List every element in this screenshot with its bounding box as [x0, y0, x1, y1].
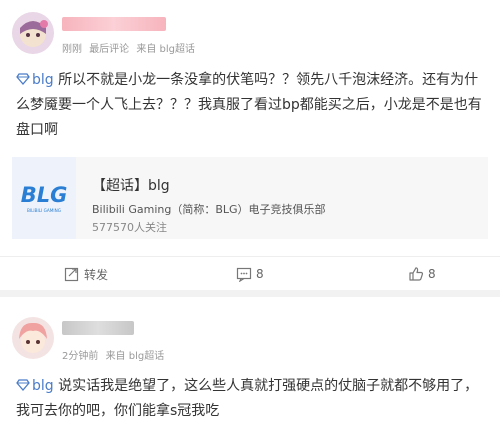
- post-body: blg 所以不就是小龙一条没拿的伏笔吗？？领先八千泡沫经济。还有为什么梦魇要一个…: [16, 68, 484, 143]
- topic-diamond-icon: [16, 73, 30, 85]
- post-body: blg 说实话我是绝望了，这么些人真就打强硬点的仗脑子就都不够用了，我可去你的吧…: [16, 374, 484, 424]
- comment-icon: [236, 267, 252, 282]
- topic-diamond-icon: [16, 379, 30, 391]
- svg-text:BILIBILI GAMING: BILIBILI GAMING: [27, 208, 61, 213]
- supertopic-followers: 577570人关注: [92, 221, 167, 234]
- action-bar: 转发 8 8: [0, 256, 500, 291]
- username-redacted[interactable]: [62, 17, 166, 31]
- post-text: 所以不就是小龙一条没拿的伏笔吗？？领先八千泡沫经济。还有为什么梦魇要一个人飞上去…: [16, 72, 482, 138]
- comment-count: 8: [256, 267, 264, 281]
- repost-icon: [64, 267, 79, 282]
- post-time: 2分钟前: [62, 351, 99, 362]
- avatar[interactable]: [12, 317, 54, 359]
- post-meta: 2分钟前 来自 blg超话: [62, 347, 168, 362]
- post-meta: 刚刚 最后评论 来自 blg超话: [62, 40, 199, 55]
- post-card-1: 刚刚 最后评论 来自 blg超话 blg 所以不就是小龙一条没拿的伏笔吗？？领先…: [0, 0, 500, 290]
- username-redacted[interactable]: [62, 321, 134, 335]
- post-time: 刚刚: [62, 44, 82, 55]
- repost-label: 转发: [84, 267, 109, 282]
- like-icon: [409, 267, 424, 281]
- svg-text:BLG: BLG: [21, 183, 68, 207]
- topic-label: blg: [32, 378, 54, 394]
- like-count: 8: [428, 267, 436, 281]
- post-source[interactable]: 来自 blg超话: [106, 351, 165, 362]
- topic-label: blg: [32, 72, 54, 88]
- like-button[interactable]: 8: [408, 257, 436, 291]
- repost-button[interactable]: 转发: [64, 257, 108, 291]
- supertopic-title: 【超话】blg: [92, 178, 170, 194]
- avatar[interactable]: [12, 12, 54, 54]
- comment-button[interactable]: 8: [236, 257, 264, 291]
- topic-link[interactable]: blg: [16, 378, 54, 394]
- post-meta-label: 最后评论: [89, 44, 130, 55]
- post-text: 说实话我是绝望了，这么些人真就打强硬点的仗脑子就都不够用了，我可去你的吧，你们能…: [16, 378, 479, 419]
- post-card-2: 2分钟前 来自 blg超话 blg 说实话我是绝望了，这么些人真就打强硬点的仗脑…: [0, 297, 500, 440]
- post-source[interactable]: 来自 blg超话: [136, 44, 195, 55]
- blg-logo: BLG BILIBILI GAMING: [12, 157, 76, 239]
- topic-link[interactable]: blg: [16, 72, 54, 88]
- supertopic-card[interactable]: BLG BILIBILI GAMING 【超话】blg Bilibili Gam…: [12, 157, 488, 239]
- supertopic-description: Bilibili Gaming（简称：BLG）电子竞技俱乐部: [92, 203, 326, 216]
